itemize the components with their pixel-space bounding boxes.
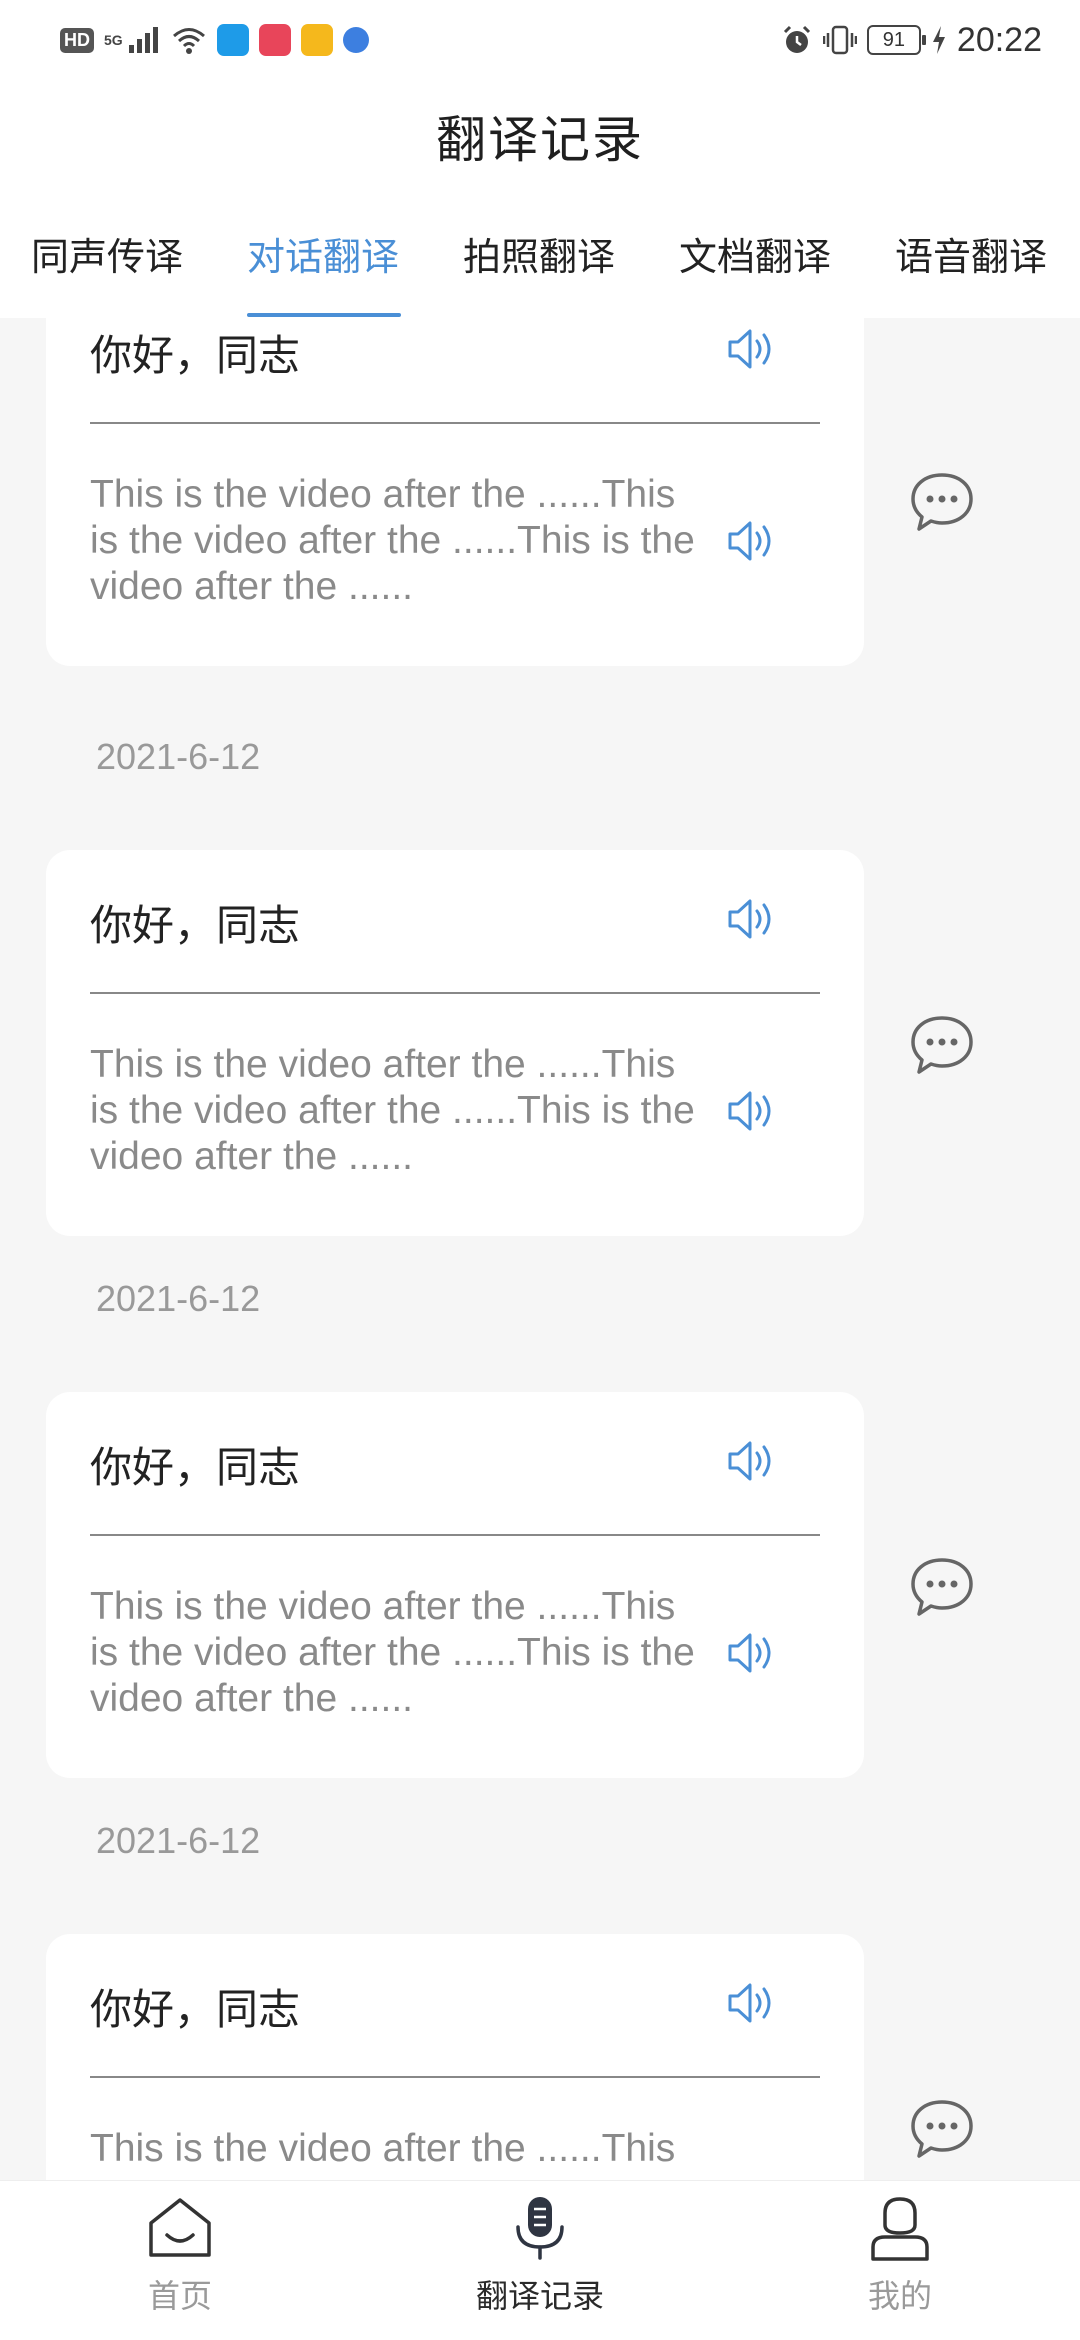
target-text: This is the video after the ......This i… — [90, 1585, 695, 1720]
page-title: 翻译记录 — [436, 111, 644, 169]
nav-translation-records[interactable]: 翻译记录 — [440, 2195, 640, 2317]
speaker-icon[interactable] — [726, 896, 776, 942]
status-bar-left: HD 5G — [60, 20, 369, 60]
top-panel: HD 5G 91 20:22 翻译记录 同声传译 对话翻译 拍照翻译 文档翻译 … — [0, 0, 1080, 318]
battery-level: 91 — [882, 28, 906, 51]
record-date: 2021-6-12 — [96, 736, 261, 777]
user-icon — [871, 2197, 929, 2261]
tab-document-translation[interactable]: 文档翻译 — [679, 226, 831, 281]
nav-home[interactable]: 首页 — [80, 2195, 280, 2317]
speaker-icon[interactable] — [726, 1630, 776, 1676]
translation-record-list[interactable]: 你好，同志 This is the video after the ......… — [0, 318, 1080, 2180]
status-time: 20:22 — [956, 20, 1042, 59]
speaker-icon[interactable] — [726, 518, 776, 564]
speaker-icon[interactable] — [726, 1438, 776, 1484]
globe-app-icon — [342, 27, 369, 53]
speaker-icon[interactable] — [726, 326, 776, 372]
red-app-icon — [258, 24, 291, 56]
tab-photo-translation[interactable]: 拍照翻译 — [463, 226, 615, 281]
chat-bubble-icon[interactable] — [909, 471, 975, 533]
target-text: This is the video after the ......This — [90, 2127, 676, 2170]
microphone-icon — [516, 2197, 564, 2260]
tab-simultaneous-interpretation[interactable]: 同声传译 — [31, 226, 183, 281]
target-text: This is the video after the ......This i… — [90, 473, 695, 608]
card-divider — [90, 2076, 820, 2078]
source-text: 你好，同志 — [90, 1443, 301, 1492]
record-card[interactable]: 你好，同志 This is the video after the ......… — [46, 1934, 864, 2180]
status-bar-right: 91 20:22 — [781, 18, 1042, 62]
browser-app-icon — [216, 24, 249, 56]
network-badge: 5G — [104, 32, 123, 48]
hd-badge: HD — [60, 27, 94, 53]
source-text: 你好，同志 — [90, 901, 301, 950]
bottom-navigation: 首页 翻译记录 我的 — [0, 2180, 1080, 2340]
record-date: 2021-6-12 — [96, 1820, 261, 1861]
active-tab-indicator — [247, 313, 401, 317]
tab-bar: 同声传译 对话翻译 拍照翻译 文档翻译 语音翻译 — [0, 226, 1080, 316]
target-text: This is the video after the ......This i… — [90, 1043, 695, 1178]
record-card[interactable]: 你好，同志 This is the video after the ......… — [46, 318, 864, 666]
speaker-icon[interactable] — [726, 1980, 776, 2026]
nav-translation-records-label: 翻译记录 — [475, 2277, 604, 2315]
wifi-icon — [172, 28, 205, 54]
source-text: 你好，同志 — [90, 1985, 301, 2034]
record-date: 2021-6-12 — [96, 1278, 261, 1319]
charging-icon — [932, 26, 945, 54]
status-bar: HD 5G 91 20:22 — [0, 0, 1080, 82]
nav-home-label: 首页 — [147, 2277, 212, 2315]
chat-bubble-icon[interactable] — [909, 1556, 975, 1618]
mail-app-icon — [300, 24, 333, 56]
battery-icon: 91 — [866, 25, 926, 55]
card-divider — [90, 422, 820, 424]
alarm-icon — [783, 25, 810, 53]
chat-bubble-icon[interactable] — [909, 1014, 975, 1076]
card-divider — [90, 992, 820, 994]
home-icon — [149, 2198, 211, 2257]
vibrate-icon — [822, 25, 857, 55]
nav-mine-label: 我的 — [867, 2277, 932, 2315]
card-divider — [90, 1534, 820, 1536]
nav-mine[interactable]: 我的 — [800, 2195, 1000, 2317]
source-text: 你好，同志 — [90, 331, 301, 380]
signal-icon — [128, 27, 158, 53]
chat-bubble-icon[interactable] — [909, 2098, 975, 2160]
record-card[interactable]: 你好，同志 This is the video after the ......… — [46, 850, 864, 1236]
tab-voice-translation[interactable]: 语音翻译 — [895, 226, 1047, 281]
speaker-icon[interactable] — [726, 1088, 776, 1134]
record-card[interactable]: 你好，同志 This is the video after the ......… — [46, 1392, 864, 1778]
tab-dialogue-translation[interactable]: 对话翻译 — [247, 226, 399, 281]
